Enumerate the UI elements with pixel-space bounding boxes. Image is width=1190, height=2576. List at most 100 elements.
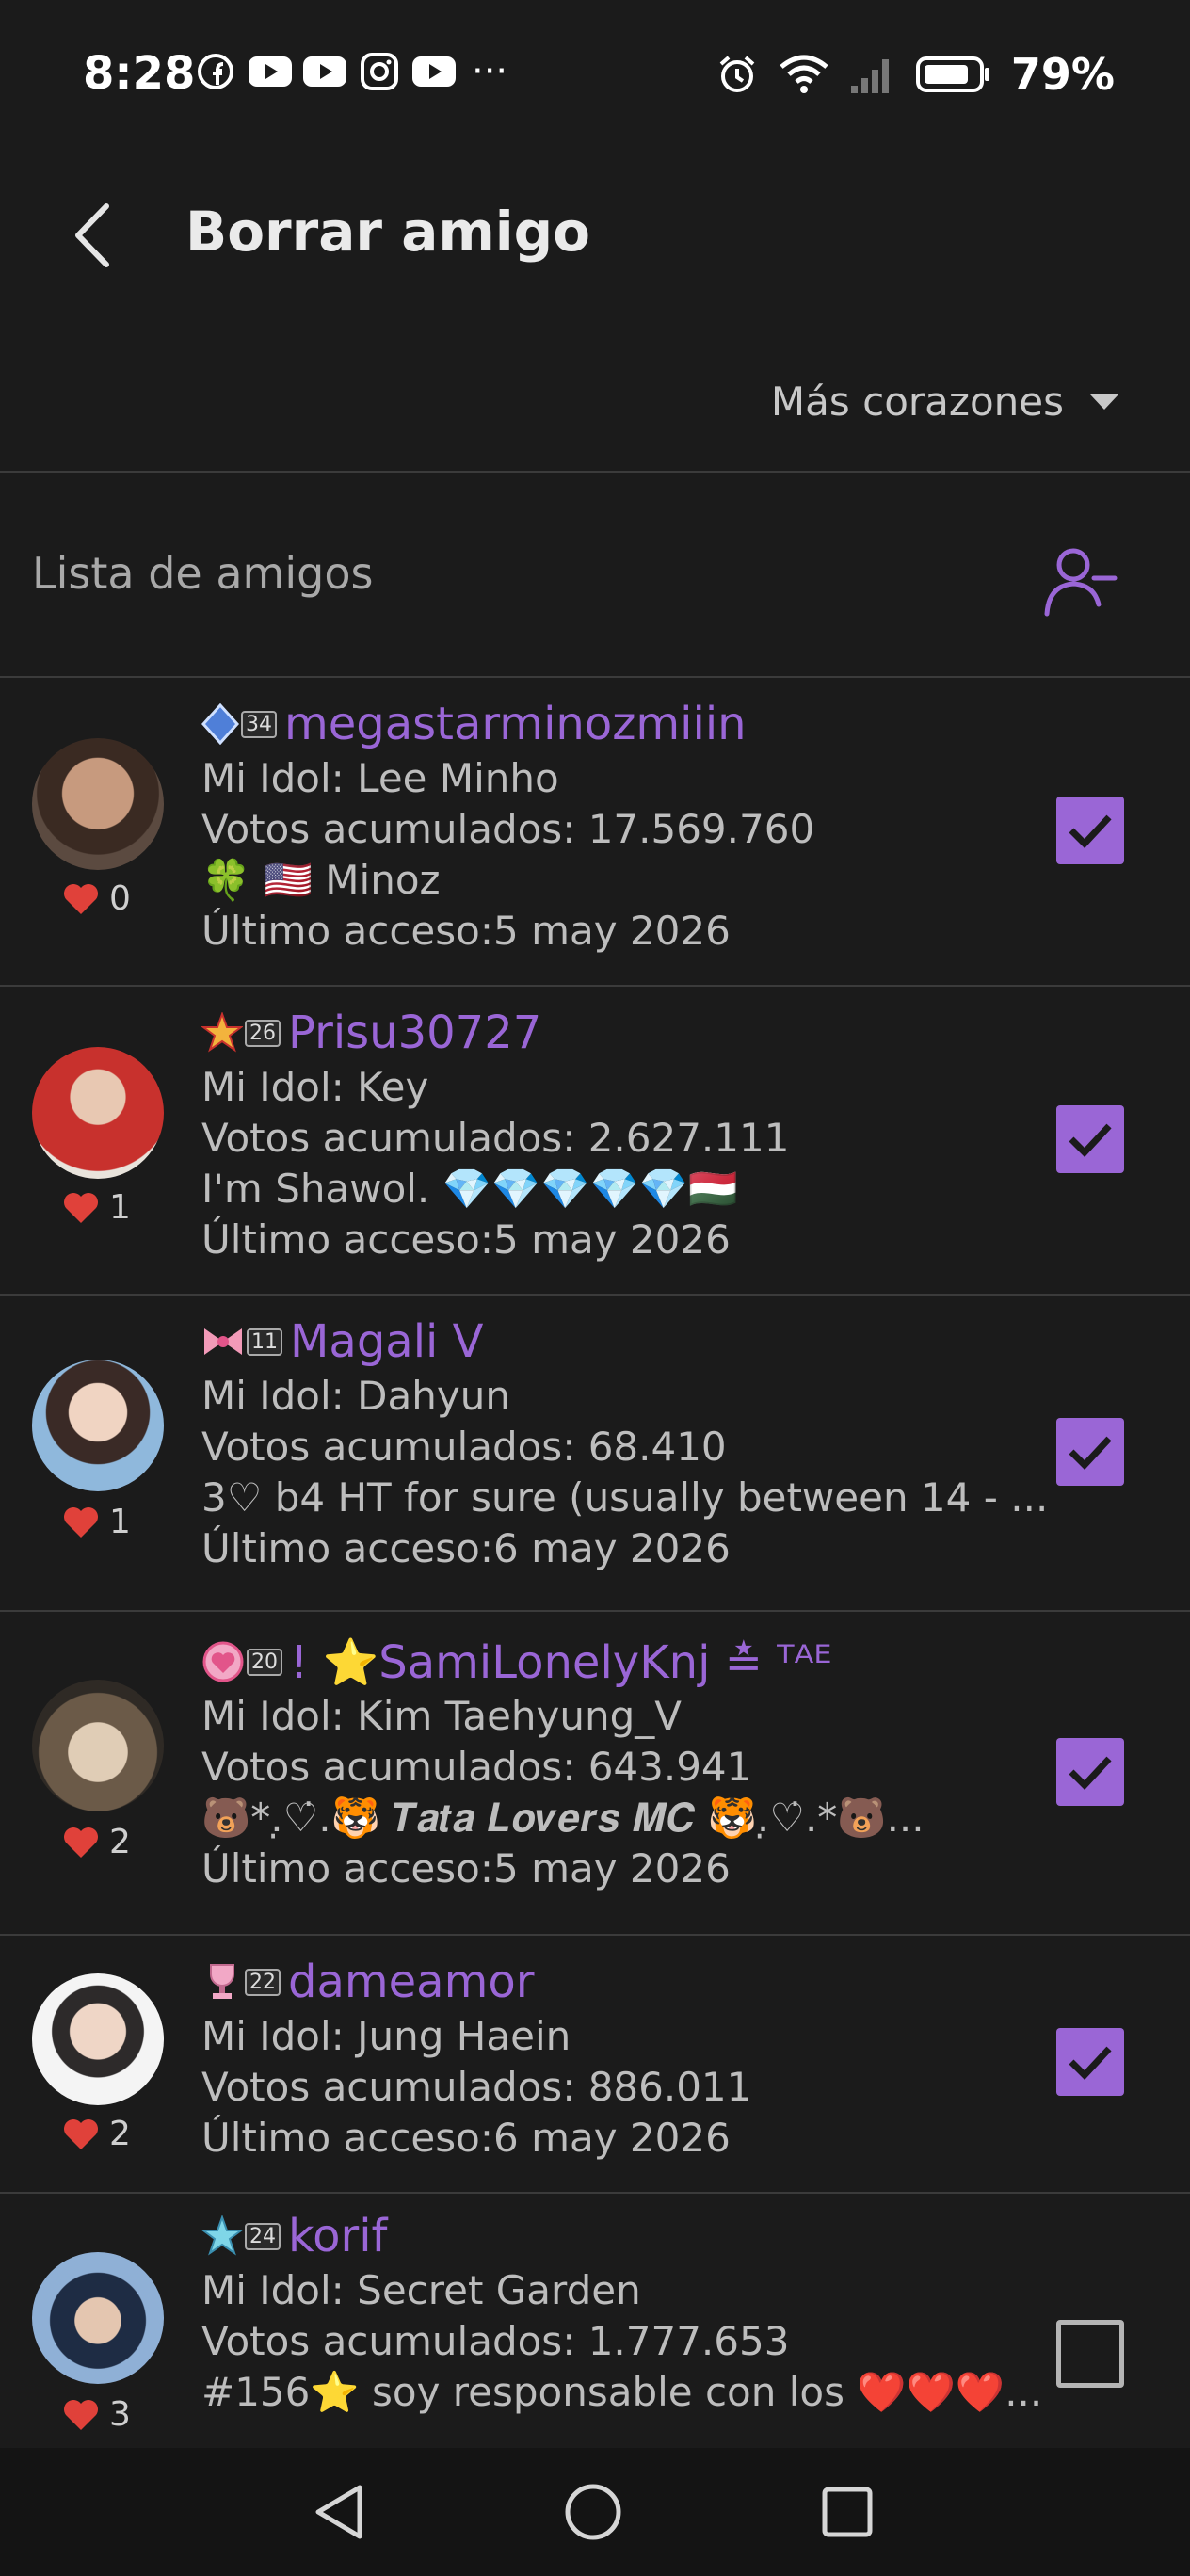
trophy-badge-icon xyxy=(210,1964,234,1999)
back-arrow-icon xyxy=(75,203,109,267)
friend-checkbox[interactable] xyxy=(1056,1105,1124,1173)
last-access: Último acceso:5 may 2026 xyxy=(201,908,731,954)
nav-back-button[interactable] xyxy=(301,2474,377,2550)
friend-checkbox[interactable] xyxy=(1056,797,1124,864)
votes-text: Votos acumulados: 17.569.760 xyxy=(201,806,815,852)
youtube-icon xyxy=(302,53,347,90)
diamond-badge-icon xyxy=(201,703,239,745)
name-line: 34 megastarminozmiiin xyxy=(201,695,1049,753)
avatar[interactable] xyxy=(32,738,164,870)
notification-icons: ··· xyxy=(193,53,507,90)
level-number: 26 xyxy=(245,1019,281,1047)
hearts-count: 3 xyxy=(62,2395,131,2434)
friend-info: 24 korif Mi Idol: Secret Garden Votos ac… xyxy=(201,2207,1049,2418)
friend-list: 0 34 megastarminozmiiin Mi Idol: Lee Min… xyxy=(0,678,1190,2448)
idol-text: Mi Idol: Lee Minho xyxy=(201,755,559,801)
username[interactable]: Prisu30727 xyxy=(288,1006,541,1059)
friend-row[interactable]: 1 11 Magali V Mi Idol: Dahyun Votos acum… xyxy=(0,1296,1190,1612)
name-line: 26 Prisu30727 xyxy=(201,1004,1049,1062)
heart-badge-icon xyxy=(202,1641,244,1682)
app-header: Borrar amigo xyxy=(0,151,1190,320)
heart-icon xyxy=(64,1192,98,1223)
votes-text: Votos acumulados: 68.410 xyxy=(201,1424,727,1470)
status-message: 3♡ b4 HT for sure (usually between 14 - … xyxy=(201,1474,1049,1521)
name-line: 20 ! ⭐SamiLonelyKnj ≛ ᵀᴬᴱ xyxy=(201,1633,1049,1691)
level-number: 24 xyxy=(245,2222,281,2250)
last-access: Último acceso:6 may 2026 xyxy=(201,1525,731,1571)
idol-text: Mi Idol: Key xyxy=(201,1064,429,1110)
check-icon xyxy=(1069,1123,1112,1158)
check-icon xyxy=(1069,2046,1112,2081)
friend-info: 22 dameamor Mi Idol: Jung Haein Votos ac… xyxy=(201,1953,1049,2164)
bow-badge-icon xyxy=(204,1328,242,1355)
hearts-value: 1 xyxy=(109,1503,131,1541)
level-number: 22 xyxy=(245,1968,281,1996)
hearts-value: 3 xyxy=(109,2395,131,2434)
square-recents-icon xyxy=(822,2487,873,2537)
avatar[interactable] xyxy=(32,1047,164,1179)
nav-home-button[interactable] xyxy=(555,2474,631,2550)
wifi-icon xyxy=(780,55,828,93)
friend-checkbox[interactable] xyxy=(1056,2320,1124,2388)
level-number: 11 xyxy=(247,1328,282,1356)
check-icon xyxy=(1069,1756,1112,1791)
last-access: Último acceso:5 may 2026 xyxy=(201,1845,731,1892)
battery-icon xyxy=(915,56,989,92)
instagram-icon xyxy=(357,53,402,90)
heart-icon xyxy=(64,883,98,914)
votes-text: Votos acumulados: 2.627.111 xyxy=(201,1115,790,1161)
hearts-count: 0 xyxy=(62,879,131,918)
signal-icon xyxy=(850,59,889,93)
list-title: Lista de amigos xyxy=(32,548,374,599)
avatar[interactable] xyxy=(32,2252,164,2384)
friend-checkbox[interactable] xyxy=(1056,2028,1124,2096)
votes-text: Votos acumulados: 886.011 xyxy=(201,2064,752,2110)
nav-recents-button[interactable] xyxy=(810,2474,885,2550)
youtube-icon xyxy=(411,53,457,90)
facebook-icon xyxy=(193,53,238,90)
friend-row[interactable]: 2 22 dameamor Mi Idol: Jung Haein Votos … xyxy=(0,1936,1190,2194)
avatar[interactable] xyxy=(32,1360,164,1491)
votes-text: Votos acumulados: 1.777.653 xyxy=(201,2318,790,2364)
status-message: #156⭐ soy responsable con los ❤️❤️❤️... xyxy=(201,2369,1043,2415)
status-bar: 8:28 ··· 79% xyxy=(0,0,1190,151)
friend-row[interactable]: 1 26 Prisu30727 Mi Idol: Key Votos acumu… xyxy=(0,987,1190,1296)
more-notifications-icon: ··· xyxy=(472,50,508,93)
avatar[interactable] xyxy=(32,1973,164,2105)
sort-dropdown[interactable]: Más corazones xyxy=(771,378,1120,425)
friend-row[interactable]: 2 20 ! ⭐SamiLonelyKnj ≛ ᵀᴬᴱ Mi Idol: Kim… xyxy=(0,1612,1190,1936)
username[interactable]: ! ⭐SamiLonelyKnj ≛ ᵀᴬᴱ xyxy=(290,1635,831,1689)
friend-row[interactable]: 0 34 megastarminozmiiin Mi Idol: Lee Min… xyxy=(0,678,1190,987)
heart-icon xyxy=(64,1827,98,1858)
hearts-value: 0 xyxy=(109,879,131,918)
level-number: 20 xyxy=(247,1648,282,1676)
username[interactable]: megastarminozmiiin xyxy=(284,698,747,750)
friend-checkbox[interactable] xyxy=(1056,1418,1124,1486)
username[interactable]: korif xyxy=(288,2210,387,2262)
friend-info: 11 Magali V Mi Idol: Dahyun Votos acumul… xyxy=(201,1312,1049,1574)
remove-friend-button[interactable] xyxy=(1039,537,1124,621)
hearts-count: 2 xyxy=(62,2115,131,2153)
username[interactable]: Magali V xyxy=(290,1315,483,1368)
friend-checkbox[interactable] xyxy=(1056,1738,1124,1806)
votes-text: Votos acumulados: 643.941 xyxy=(201,1744,752,1790)
level-badge: 22 xyxy=(201,1961,281,2003)
hearts-count: 1 xyxy=(62,1503,131,1541)
last-access: Último acceso:6 may 2026 xyxy=(201,2115,731,2161)
back-button[interactable] xyxy=(58,198,124,273)
level-number: 34 xyxy=(241,710,277,738)
status-time: 8:28 xyxy=(83,47,196,100)
star-badge-icon xyxy=(201,1012,243,1053)
username[interactable]: dameamor xyxy=(288,1956,534,2008)
status-message: I'm Shawol. 💎💎💎💎💎🇭🇺 xyxy=(201,1166,738,1212)
friend-row[interactable]: 3 24 korif Mi Idol: Secret Garden Votos … xyxy=(0,2194,1190,2448)
circle-home-icon xyxy=(565,2484,621,2540)
level-badge: 11 xyxy=(201,1323,282,1360)
name-line: 11 Magali V xyxy=(201,1312,1049,1371)
last-access: Último acceso:5 may 2026 xyxy=(201,1216,731,1263)
hearts-count: 2 xyxy=(62,1823,131,1861)
sort-row: Más corazones xyxy=(0,348,1190,473)
alarm-icon xyxy=(719,56,755,92)
avatar[interactable] xyxy=(32,1680,164,1811)
check-icon xyxy=(1069,814,1112,849)
